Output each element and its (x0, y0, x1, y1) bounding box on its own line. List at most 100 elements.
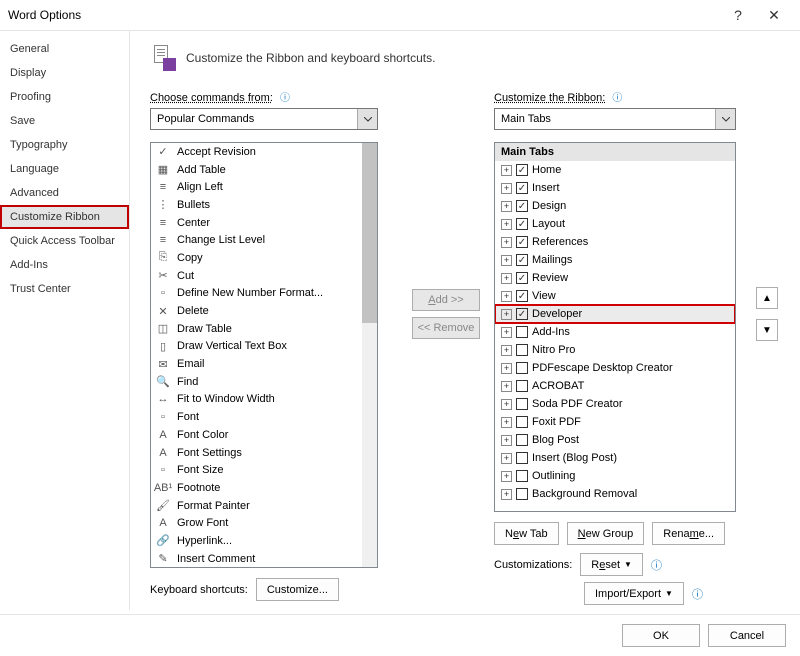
sidebar-item-add-ins[interactable]: Add-Ins (0, 253, 129, 277)
command-item[interactable]: ✕Delete (151, 302, 377, 320)
checkbox[interactable] (516, 362, 528, 374)
rename-button[interactable]: Rename... (652, 522, 725, 545)
remove-button[interactable]: << Remove (412, 317, 480, 339)
command-item[interactable]: ✎Insert Comment (151, 550, 377, 568)
tree-tab-insert-blog-post-[interactable]: +Insert (Blog Post) (495, 449, 735, 467)
sidebar-item-save[interactable]: Save (0, 109, 129, 133)
command-item[interactable]: 🔗Hyperlink... (151, 532, 377, 550)
checkbox[interactable] (516, 398, 528, 410)
expand-icon[interactable]: + (501, 471, 512, 482)
tree-tab-acrobat[interactable]: +ACROBAT (495, 377, 735, 395)
checkbox[interactable] (516, 200, 528, 212)
checkbox[interactable] (516, 236, 528, 248)
sidebar-item-trust-center[interactable]: Trust Center (0, 277, 129, 301)
import-export-button[interactable]: Import/Export▼ (584, 582, 684, 605)
move-down-button[interactable]: ▼ (756, 319, 778, 341)
checkbox[interactable] (516, 272, 528, 284)
sidebar-item-general[interactable]: General (0, 37, 129, 61)
sidebar-item-advanced[interactable]: Advanced (0, 181, 129, 205)
command-item[interactable]: ▯Draw Vertical Text Box (151, 338, 377, 356)
tree-tab-outlining[interactable]: +Outlining (495, 467, 735, 485)
checkbox[interactable] (516, 308, 528, 320)
tree-tab-foxit-pdf[interactable]: +Foxit PDF (495, 413, 735, 431)
new-tab-button[interactable]: New Tab (494, 522, 559, 545)
expand-icon[interactable]: + (501, 381, 512, 392)
checkbox[interactable] (516, 164, 528, 176)
checkbox[interactable] (516, 416, 528, 428)
checkbox[interactable] (516, 470, 528, 482)
tree-tab-design[interactable]: +Design (495, 197, 735, 215)
tree-tab-references[interactable]: +References (495, 233, 735, 251)
new-group-button[interactable]: New Group (567, 522, 645, 545)
sidebar-item-typography[interactable]: Typography (0, 133, 129, 157)
command-item[interactable]: ⋮Bullets▶ (151, 196, 377, 214)
checkbox[interactable] (516, 434, 528, 446)
help-icon[interactable]: ? (720, 7, 756, 23)
tree-tab-pdfescape-desktop-creator[interactable]: +PDFescape Desktop Creator (495, 359, 735, 377)
reset-button[interactable]: Reset▼ (580, 553, 643, 576)
checkbox[interactable] (516, 218, 528, 230)
move-up-button[interactable]: ▲ (756, 287, 778, 309)
info-icon[interactable]: ⓘ (280, 93, 290, 104)
expand-icon[interactable]: + (501, 327, 512, 338)
checkbox[interactable] (516, 326, 528, 338)
tree-tab-review[interactable]: +Review (495, 269, 735, 287)
sidebar-item-customize-ribbon[interactable]: Customize Ribbon (0, 205, 129, 229)
expand-icon[interactable]: + (501, 417, 512, 428)
expand-icon[interactable]: + (501, 363, 512, 374)
command-item[interactable]: ▦Add Table▶ (151, 161, 377, 179)
tree-tab-insert[interactable]: +Insert (495, 179, 735, 197)
cancel-button[interactable]: Cancel (708, 624, 786, 647)
sidebar-item-proofing[interactable]: Proofing (0, 85, 129, 109)
checkbox[interactable] (516, 344, 528, 356)
command-item[interactable]: ▫Define New Number Format... (151, 285, 377, 303)
expand-icon[interactable]: + (501, 255, 512, 266)
expand-icon[interactable]: + (501, 489, 512, 500)
tree-tab-home[interactable]: +Home (495, 161, 735, 179)
tree-tab-background-removal[interactable]: +Background Removal (495, 485, 735, 503)
expand-icon[interactable]: + (501, 219, 512, 230)
customize-keyboard-button[interactable]: Customize... (256, 578, 339, 601)
info-icon[interactable]: ⓘ (612, 93, 622, 104)
command-item[interactable]: ⎘Copy (151, 249, 377, 267)
expand-icon[interactable]: + (501, 345, 512, 356)
tree-tab-mailings[interactable]: +Mailings (495, 251, 735, 269)
command-item[interactable]: ✂Cut (151, 267, 377, 285)
command-item[interactable]: AFont Color▶ (151, 426, 377, 444)
expand-icon[interactable]: + (501, 453, 512, 464)
commands-from-dropdown[interactable]: Popular Commands (150, 108, 378, 130)
add-button[interactable]: Add >> (412, 289, 480, 311)
command-item[interactable]: ▫Insert Page Section Breaks▶ (151, 568, 377, 569)
info-icon[interactable]: ⓘ (651, 557, 662, 573)
expand-icon[interactable]: + (501, 399, 512, 410)
expand-icon[interactable]: + (501, 273, 512, 284)
expand-icon[interactable]: + (501, 237, 512, 248)
tree-tab-nitro-pro[interactable]: +Nitro Pro (495, 341, 735, 359)
command-item[interactable]: ≡Align Left (151, 178, 377, 196)
command-item[interactable]: 🔍Find (151, 373, 377, 391)
checkbox[interactable] (516, 452, 528, 464)
tree-tab-developer[interactable]: +Developer (495, 305, 735, 323)
command-item[interactable]: ✓Accept Revision (151, 143, 377, 161)
checkbox[interactable] (516, 182, 528, 194)
expand-icon[interactable]: + (501, 435, 512, 446)
sidebar-item-quick-access-toolbar[interactable]: Quick Access Toolbar (0, 229, 129, 253)
expand-icon[interactable]: + (501, 309, 512, 320)
tree-tab-soda-pdf-creator[interactable]: +Soda PDF Creator (495, 395, 735, 413)
checkbox[interactable] (516, 488, 528, 500)
tree-tab-view[interactable]: +View (495, 287, 735, 305)
command-item[interactable]: ≡Change List Level▶ (151, 231, 377, 249)
command-item[interactable]: AGrow Font (151, 514, 377, 532)
ribbon-tree-listbox[interactable]: Main Tabs +Home+Insert+Design+Layout+Ref… (494, 142, 736, 512)
checkbox[interactable] (516, 254, 528, 266)
command-item[interactable]: ↔Fit to Window Width (151, 391, 377, 409)
tree-tab-layout[interactable]: +Layout (495, 215, 735, 233)
tree-tab-add-ins[interactable]: +Add-Ins (495, 323, 735, 341)
commands-listbox[interactable]: ✓Accept Revision▦Add Table▶≡Align Left⋮B… (150, 142, 378, 568)
command-item[interactable]: ✉Email (151, 355, 377, 373)
ok-button[interactable]: OK (622, 624, 700, 647)
ribbon-tabs-dropdown[interactable]: Main Tabs (494, 108, 736, 130)
command-item[interactable]: 🖌Format Painter (151, 497, 377, 515)
command-item[interactable]: ▫Font SizeI▾ (151, 461, 377, 479)
close-icon[interactable]: ✕ (756, 7, 792, 24)
